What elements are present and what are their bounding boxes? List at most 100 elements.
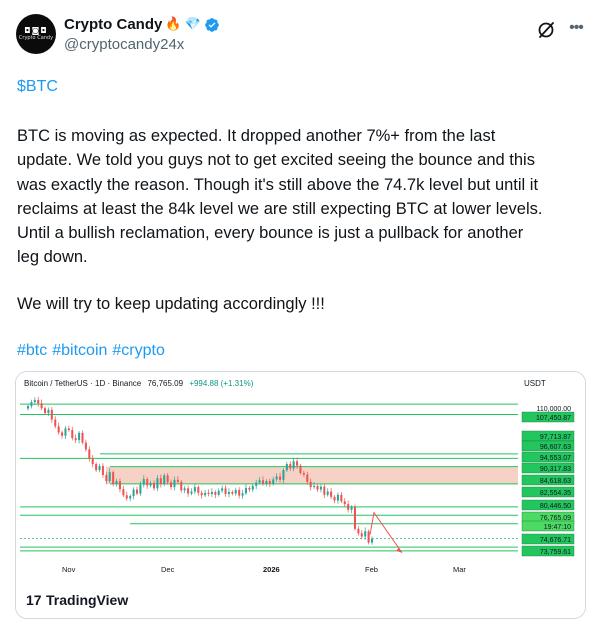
candle-body xyxy=(367,531,370,543)
price-label: 76,765.09 xyxy=(521,511,575,523)
candle-body xyxy=(309,481,312,488)
candle-body xyxy=(159,478,162,485)
candle-body xyxy=(265,481,268,484)
hashtag-link[interactable]: #bitcoin xyxy=(52,342,107,360)
candle-body xyxy=(299,465,302,473)
hashtag-link[interactable]: #btc xyxy=(17,342,47,360)
cashtag-link[interactable]: $BTC xyxy=(17,78,58,96)
candle-body xyxy=(285,464,288,471)
candle-body xyxy=(98,466,101,471)
candle-body xyxy=(180,481,183,491)
candle xyxy=(163,473,166,487)
post-body: BTC is moving as expected. It dropped an… xyxy=(17,124,587,270)
avatar-caption: Crypto Candy xyxy=(18,35,54,41)
author-display-name[interactable]: Crypto Candy xyxy=(64,16,162,33)
price-label-text: 94,553.07 xyxy=(540,455,571,462)
candle-body xyxy=(183,488,186,491)
candle xyxy=(112,470,115,487)
candle-body xyxy=(313,485,316,488)
candle-body xyxy=(112,472,115,484)
candle-body xyxy=(214,491,217,495)
price-label-text: 19:47:10 xyxy=(544,524,571,531)
candle-body xyxy=(248,487,251,490)
candle-body xyxy=(244,487,248,494)
time-tick-label: Dec xyxy=(161,565,175,574)
author-name-row[interactable]: Crypto Candy 🔥 💎 xyxy=(64,16,220,33)
candle xyxy=(367,529,370,545)
candle-body xyxy=(255,482,258,486)
candle-body xyxy=(105,474,108,482)
candle-body xyxy=(204,492,207,496)
candle-body xyxy=(292,461,295,469)
candle-body xyxy=(78,432,81,441)
candle-body xyxy=(67,428,70,431)
price-label: 84,618.63 xyxy=(521,474,575,486)
candle-body xyxy=(81,432,84,443)
candle-body xyxy=(357,528,360,534)
candle-body xyxy=(176,479,179,482)
hashtag-link[interactable]: #crypto xyxy=(112,342,164,360)
avatar[interactable]: ◘◙◘ Crypto Candy xyxy=(16,14,56,54)
candle-body xyxy=(61,432,64,436)
price-label: 80,446.50 xyxy=(521,499,575,511)
candle-body xyxy=(71,430,74,439)
chart-currency-label: USDT xyxy=(524,379,546,388)
fire-emoji-icon: 🔥 xyxy=(165,17,182,32)
price-label-text: 84,618.63 xyxy=(540,478,571,485)
candle-body xyxy=(370,538,374,543)
hashtag-list: #btc #bitcoin #crypto xyxy=(17,342,165,360)
candle-body xyxy=(135,489,139,494)
post-follow-up: We will try to keep updating accordingly… xyxy=(17,295,325,313)
more-horizontal-icon[interactable]: ••• xyxy=(566,20,586,40)
svg-text:17: 17 xyxy=(26,592,42,608)
candle-body xyxy=(210,491,213,495)
candle-body xyxy=(296,461,299,466)
candle-body xyxy=(197,487,200,493)
price-label-text: 90,317.83 xyxy=(540,466,571,473)
candle-body xyxy=(330,491,333,497)
candle-body xyxy=(289,464,292,469)
time-tick-label: Nov xyxy=(62,565,76,574)
candle-body xyxy=(74,438,77,441)
candle-body xyxy=(166,475,169,483)
candle-body xyxy=(353,506,356,529)
time-tick-label: Mar xyxy=(453,565,466,574)
candle-body xyxy=(91,458,94,465)
candle-body xyxy=(57,426,60,433)
candle-body xyxy=(139,484,142,494)
price-label: 90,317.83 xyxy=(521,462,575,474)
candle-body xyxy=(193,487,196,492)
candle-body xyxy=(350,506,353,510)
price-label: 82,554.35 xyxy=(521,486,575,498)
candle-body xyxy=(217,490,220,495)
candle-body xyxy=(272,479,275,484)
time-tick-label: Feb xyxy=(365,565,378,574)
candle-body xyxy=(333,496,336,501)
grok-slash-icon[interactable] xyxy=(536,20,556,40)
price-label-text: 82,554.35 xyxy=(540,490,571,497)
candle-body xyxy=(238,489,241,496)
candle-body xyxy=(234,489,237,494)
candle-body xyxy=(50,409,53,420)
author-handle[interactable]: @cryptocandy24x xyxy=(64,36,184,53)
chart-image[interactable]: 110,000.00 107,450.87 97,713.87 96,607.63 94… xyxy=(15,371,586,619)
candle-body xyxy=(221,488,224,491)
candle-body xyxy=(326,491,329,495)
candle-body xyxy=(173,479,176,488)
price-label-text: 107,450.87 xyxy=(536,415,571,422)
candle-body xyxy=(88,449,91,459)
verified-badge-icon xyxy=(204,17,219,32)
candle-body xyxy=(224,488,227,495)
candle-body xyxy=(231,491,234,494)
candle-body xyxy=(261,480,265,484)
candle-body xyxy=(64,428,67,436)
candle-body xyxy=(118,481,121,490)
post-header: ◘◙◘ Crypto Candy Crypto Candy 🔥 💎 @crypt… xyxy=(16,14,586,64)
candle-body xyxy=(149,483,152,486)
candle-body xyxy=(251,485,254,490)
candle-body xyxy=(187,488,190,494)
candle-body xyxy=(323,486,326,495)
gem-emoji-icon: 💎 xyxy=(184,17,201,32)
candle-body xyxy=(108,472,111,482)
time-tick-label: 2026 xyxy=(263,565,280,574)
